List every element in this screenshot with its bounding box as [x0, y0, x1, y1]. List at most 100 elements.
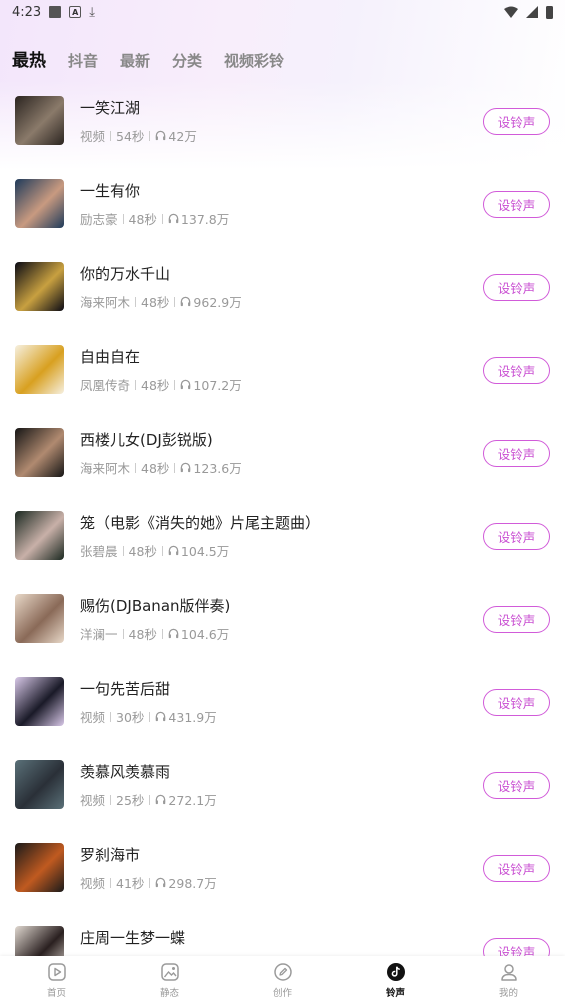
ringtone-title: 罗刹海市	[80, 846, 141, 864]
headphone-icon	[168, 213, 179, 224]
divider	[161, 545, 163, 556]
set-ringtone-button[interactable]: 设铃声	[483, 440, 550, 467]
set-ringtone-button[interactable]: 设铃声	[483, 689, 550, 716]
bottom-navigation: 首页 静态 创作 铃声 我的	[0, 956, 565, 1004]
ringtone-duration: 30秒	[116, 710, 145, 725]
album-cover	[15, 843, 64, 892]
nav-item-4[interactable]: 我的	[452, 956, 565, 1004]
ringtone-meta: 视频 30秒 431.9万	[80, 707, 217, 726]
status-time: 4:23	[12, 4, 42, 20]
notification-a-icon: A	[69, 6, 82, 18]
headphone-icon	[181, 296, 191, 307]
list-item[interactable]: 赐伤(DJBanan版伴奏) 洋澜一 48秒 104.6万 设铃声	[0, 584, 565, 667]
nav-label: 静态	[159, 987, 179, 999]
set-ringtone-button[interactable]: 设铃声	[483, 191, 550, 218]
divider	[122, 628, 124, 639]
list-item[interactable]: 笼（电影《消失的她》片尾主题曲） 张碧晨 48秒 104.5万 设铃声	[0, 501, 565, 584]
tab-1[interactable]: 抖音	[68, 50, 98, 71]
ringtone-duration: 48秒	[128, 212, 157, 227]
play-count: 962.9万	[193, 295, 242, 310]
music-note-icon	[386, 962, 406, 982]
play-count: 431.9万	[168, 710, 217, 725]
divider	[110, 711, 112, 722]
ringtone-title: 一笑江湖	[80, 99, 141, 117]
headphone-icon	[156, 794, 166, 805]
nav-label: 创作	[272, 987, 292, 999]
ringtone-title: 庄周一生梦一蝶	[80, 929, 186, 947]
nav-item-0[interactable]: 首页	[0, 956, 113, 1004]
divider	[149, 711, 151, 722]
album-cover	[15, 760, 64, 809]
divider	[122, 213, 124, 224]
ringtone-artist: 凤凰传奇	[80, 378, 131, 393]
ringtone-meta: 洋澜一 48秒 104.6万	[80, 624, 229, 643]
ringtone-meta: 凤凰传奇 48秒 107.2万	[80, 375, 242, 394]
ringtone-artist: 视频	[80, 876, 106, 891]
ringtone-duration: 48秒	[128, 544, 157, 559]
set-ringtone-button[interactable]: 设铃声	[483, 772, 550, 799]
divider	[135, 462, 137, 473]
ringtone-duration: 48秒	[141, 461, 170, 476]
ringtone-duration: 54秒	[116, 129, 145, 144]
ringtone-meta: 张碧晨 48秒 104.5万	[80, 541, 229, 560]
list-item[interactable]: 一句先苦后甜 视频 30秒 431.9万 设铃声	[0, 667, 565, 750]
tab-4[interactable]: 视频彩铃	[224, 50, 284, 71]
divider	[110, 877, 112, 888]
battery-icon	[546, 5, 553, 19]
set-ringtone-button[interactable]: 设铃声	[483, 274, 550, 301]
divider	[110, 130, 112, 141]
divider	[174, 462, 176, 473]
headphone-icon	[156, 877, 166, 888]
ringtone-duration: 48秒	[128, 627, 157, 642]
ringtone-meta: 视频 25秒 272.1万	[80, 790, 217, 809]
headphone-icon	[168, 545, 179, 556]
nav-item-2[interactable]: 创作	[226, 956, 339, 1004]
download-icon: ⤓	[89, 4, 95, 20]
list-item[interactable]: 自由自在 凤凰传奇 48秒 107.2万 设铃声	[0, 335, 565, 418]
nav-item-1[interactable]: 静态	[113, 956, 226, 1004]
list-item[interactable]: 一笑江湖视频 54秒 42万 设铃声	[0, 86, 565, 169]
play-count: 123.6万	[193, 461, 242, 476]
set-ringtone-button[interactable]: 设铃声	[483, 357, 550, 384]
list-item[interactable]: 你的万水千山 海来阿木 48秒 962.9万 设铃声	[0, 252, 565, 335]
tab-2[interactable]: 最新	[120, 50, 150, 71]
ringtone-artist: 视频	[80, 129, 106, 144]
headphone-icon	[168, 628, 179, 639]
play-count: 137.8万	[180, 212, 230, 227]
nav-item-3[interactable]: 铃声	[339, 956, 452, 1004]
ringtone-duration: 41秒	[116, 876, 145, 891]
nav-label: 我的	[498, 987, 518, 999]
nav-label: 首页	[46, 987, 66, 999]
ringtone-artist: 视频	[80, 793, 106, 808]
album-cover	[15, 677, 64, 726]
tab-0[interactable]: 最热	[12, 46, 46, 71]
nav-label: 铃声	[385, 987, 405, 999]
list-item[interactable]: 一生有你 励志豪 48秒 137.8万 设铃声	[0, 169, 565, 252]
headphone-icon	[156, 711, 166, 722]
ringtone-duration: 25秒	[116, 793, 145, 808]
ringtone-meta: 视频 41秒 298.7万	[80, 873, 217, 892]
tab-3[interactable]: 分类	[172, 50, 202, 71]
ringtone-duration: 48秒	[141, 295, 170, 310]
user-icon	[499, 962, 519, 982]
ringtone-title: 西楼儿女(DJ彭锐版)	[80, 431, 213, 449]
signal-icon	[526, 6, 538, 18]
ringtone-title: 你的万水千山	[80, 265, 171, 283]
divider	[161, 628, 163, 639]
set-ringtone-button[interactable]: 设铃声	[483, 523, 550, 550]
ringtone-artist: 洋澜一	[80, 627, 118, 642]
ringtone-title: 羡慕风羡慕雨	[80, 763, 171, 781]
set-ringtone-button[interactable]: 设铃声	[483, 855, 550, 882]
set-ringtone-button[interactable]: 设铃声	[483, 108, 550, 135]
ringtone-meta: 海来阿木 48秒 123.6万	[80, 458, 242, 477]
play-count: 104.5万	[180, 544, 230, 559]
album-cover	[15, 594, 64, 643]
album-cover	[15, 428, 64, 477]
pen-icon	[273, 962, 293, 982]
divider	[149, 130, 151, 141]
list-item[interactable]: 西楼儿女(DJ彭锐版) 海来阿木 48秒 123.6万 设铃声	[0, 418, 565, 501]
list-item[interactable]: 羡慕风羡慕雨 视频 25秒 272.1万 设铃声	[0, 750, 565, 833]
set-ringtone-button[interactable]: 设铃声	[483, 606, 550, 633]
play-count: 42万	[168, 129, 197, 144]
list-item[interactable]: 罗刹海市 视频 41秒 298.7万 设铃声	[0, 833, 565, 916]
